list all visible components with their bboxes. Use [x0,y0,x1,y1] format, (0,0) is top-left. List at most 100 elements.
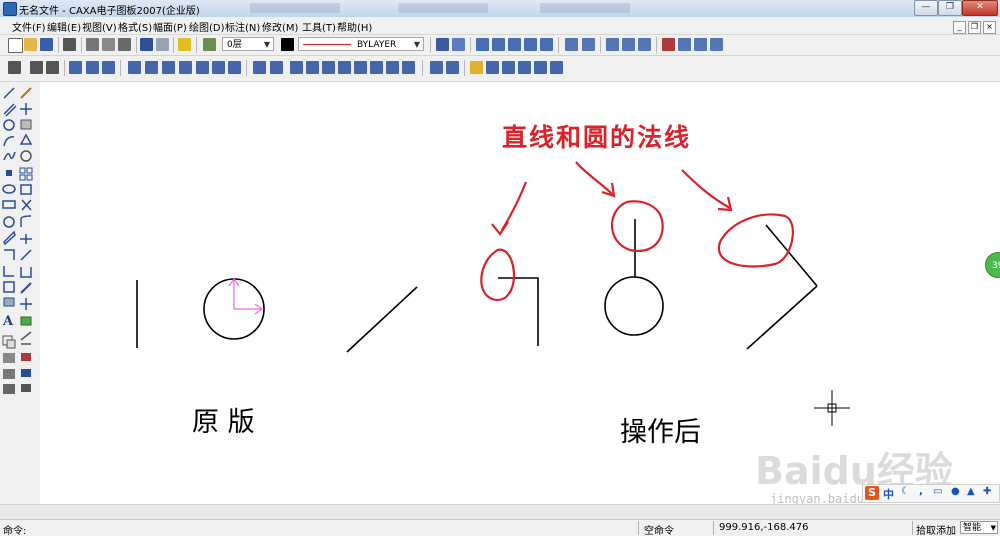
highlight-ellipse-center [611,200,664,253]
save-icon[interactable] [40,38,53,51]
layer-icon[interactable] [203,38,216,51]
text-edit-icon[interactable] [102,61,115,74]
parts-icon[interactable] [662,38,675,51]
tolerance-icon[interactable] [322,61,335,74]
menu-help[interactable]: 帮助(H) [337,19,372,34]
hatch-style-icon[interactable] [508,38,521,51]
pan-icon[interactable] [46,61,59,74]
menu-format[interactable]: 格式(S) [118,19,152,34]
new-file-icon[interactable] [8,38,23,53]
dim-style-icon[interactable] [492,38,505,51]
slanted-line-after[interactable] [746,285,818,350]
line-with-normal[interactable] [498,277,539,346]
center-mark-icon[interactable] [386,61,399,74]
leader-icon[interactable] [354,61,367,74]
red-annotations [480,161,794,302]
pencil-icon[interactable] [470,61,483,74]
text-icon[interactable] [69,61,82,74]
punctuation-icon[interactable]: , [919,486,923,497]
text-style-icon[interactable] [476,38,489,51]
linetype-select[interactable]: BYLAYER ▼ [298,37,424,51]
break-icon[interactable] [228,61,241,74]
view-icon[interactable] [30,61,43,74]
dim-edit-icon[interactable] [402,61,415,74]
help-icon[interactable] [178,38,191,51]
bom-icon[interactable] [710,38,723,51]
wrench-icon[interactable]: ✚ [983,486,991,497]
spline-icon[interactable] [162,61,175,74]
format-icon[interactable] [540,38,553,51]
mdi-buttons: _ ❐ × [951,19,996,34]
insert-block-icon[interactable] [582,38,595,51]
table-icon[interactable] [694,38,707,51]
frame-icon[interactable] [622,38,635,51]
wave-icon[interactable] [145,61,158,74]
menu-dimension[interactable]: 标注(N) [225,19,260,34]
curve-icon[interactable] [128,61,141,74]
magnifier-icon[interactable] [550,61,563,74]
original-slanted-line[interactable] [346,286,418,353]
linetype-preview [303,44,351,45]
zoom-in-icon[interactable] [486,61,499,74]
color-swatch[interactable] [281,38,294,51]
restore-button[interactable]: ❐ [938,0,962,16]
minimize-button[interactable]: — [914,0,938,16]
menu-view[interactable]: 视图(V) [82,19,117,34]
user-icon[interactable]: ● [951,486,960,497]
menu-edit[interactable]: 编辑(E) [47,19,81,34]
base-dim-icon[interactable] [270,61,283,74]
menu-file[interactable]: 文件(F) [12,19,46,34]
node-icon[interactable] [212,61,225,74]
open-folder-icon[interactable] [24,38,37,51]
command-line-area[interactable] [0,504,1000,519]
zoom-prev-icon[interactable] [518,61,531,74]
slanted-normal-line[interactable] [765,224,818,287]
section-icon[interactable] [370,61,383,74]
arrow-right-shaft [681,169,731,209]
sheet-icon[interactable] [606,38,619,51]
layer-select[interactable]: 0层 ▼ [222,37,274,51]
cut-icon[interactable] [86,38,99,51]
zoom-out-icon[interactable] [502,61,515,74]
polyline-icon[interactable] [179,61,192,74]
chevron-down-icon: ▼ [263,40,270,49]
keyboard-icon[interactable]: ▭ [933,486,942,497]
menu-tools[interactable]: 工具(T) [302,19,336,34]
color-edit-icon[interactable] [452,38,465,51]
background-tab [250,3,340,13]
detail-icon[interactable] [678,38,691,51]
moon-icon[interactable]: ☾ [901,486,910,497]
line-style-icon[interactable] [436,38,449,51]
ime-lang[interactable]: 中 [883,486,894,502]
paste-icon[interactable] [118,38,131,51]
mdi-close-button[interactable]: × [983,21,996,34]
dim-line-icon[interactable] [196,61,209,74]
menu-draw[interactable]: 绘图(D) [189,19,225,34]
snap-mode-select[interactable]: 智能 ▼ [960,521,998,534]
mdi-restore-button[interactable]: ❐ [968,21,981,34]
title-block-icon[interactable] [638,38,651,51]
zoom-all-icon[interactable] [446,61,459,74]
circle-after[interactable] [604,276,664,336]
print-icon[interactable] [63,38,76,51]
undo-icon[interactable] [140,38,153,51]
menu-sheet[interactable]: 幅面(P) [153,19,187,34]
dimension-icon[interactable] [253,61,266,74]
weld-icon[interactable] [338,61,351,74]
zoom-realtime-icon[interactable] [534,61,547,74]
text-box-icon[interactable] [86,61,99,74]
close-button[interactable]: ✕ [962,0,998,16]
datum-icon[interactable] [306,61,319,74]
point-style-icon[interactable] [524,38,537,51]
grid-icon[interactable] [8,61,21,74]
menu-modify[interactable]: 修改(M) [262,19,298,34]
copy-icon[interactable] [102,38,115,51]
roughness-icon[interactable] [290,61,303,74]
redo-icon[interactable] [156,38,169,51]
zoom-window-icon[interactable] [430,61,443,74]
block-icon[interactable] [565,38,578,51]
mdi-minimize-button[interactable]: _ [953,21,966,34]
arrow-left-head-icon [491,221,509,236]
ime-toolbar[interactable]: S 中 ☾ , ▭ ● ▲ ✚ [862,484,1000,503]
shirt-icon[interactable]: ▲ [967,486,975,497]
